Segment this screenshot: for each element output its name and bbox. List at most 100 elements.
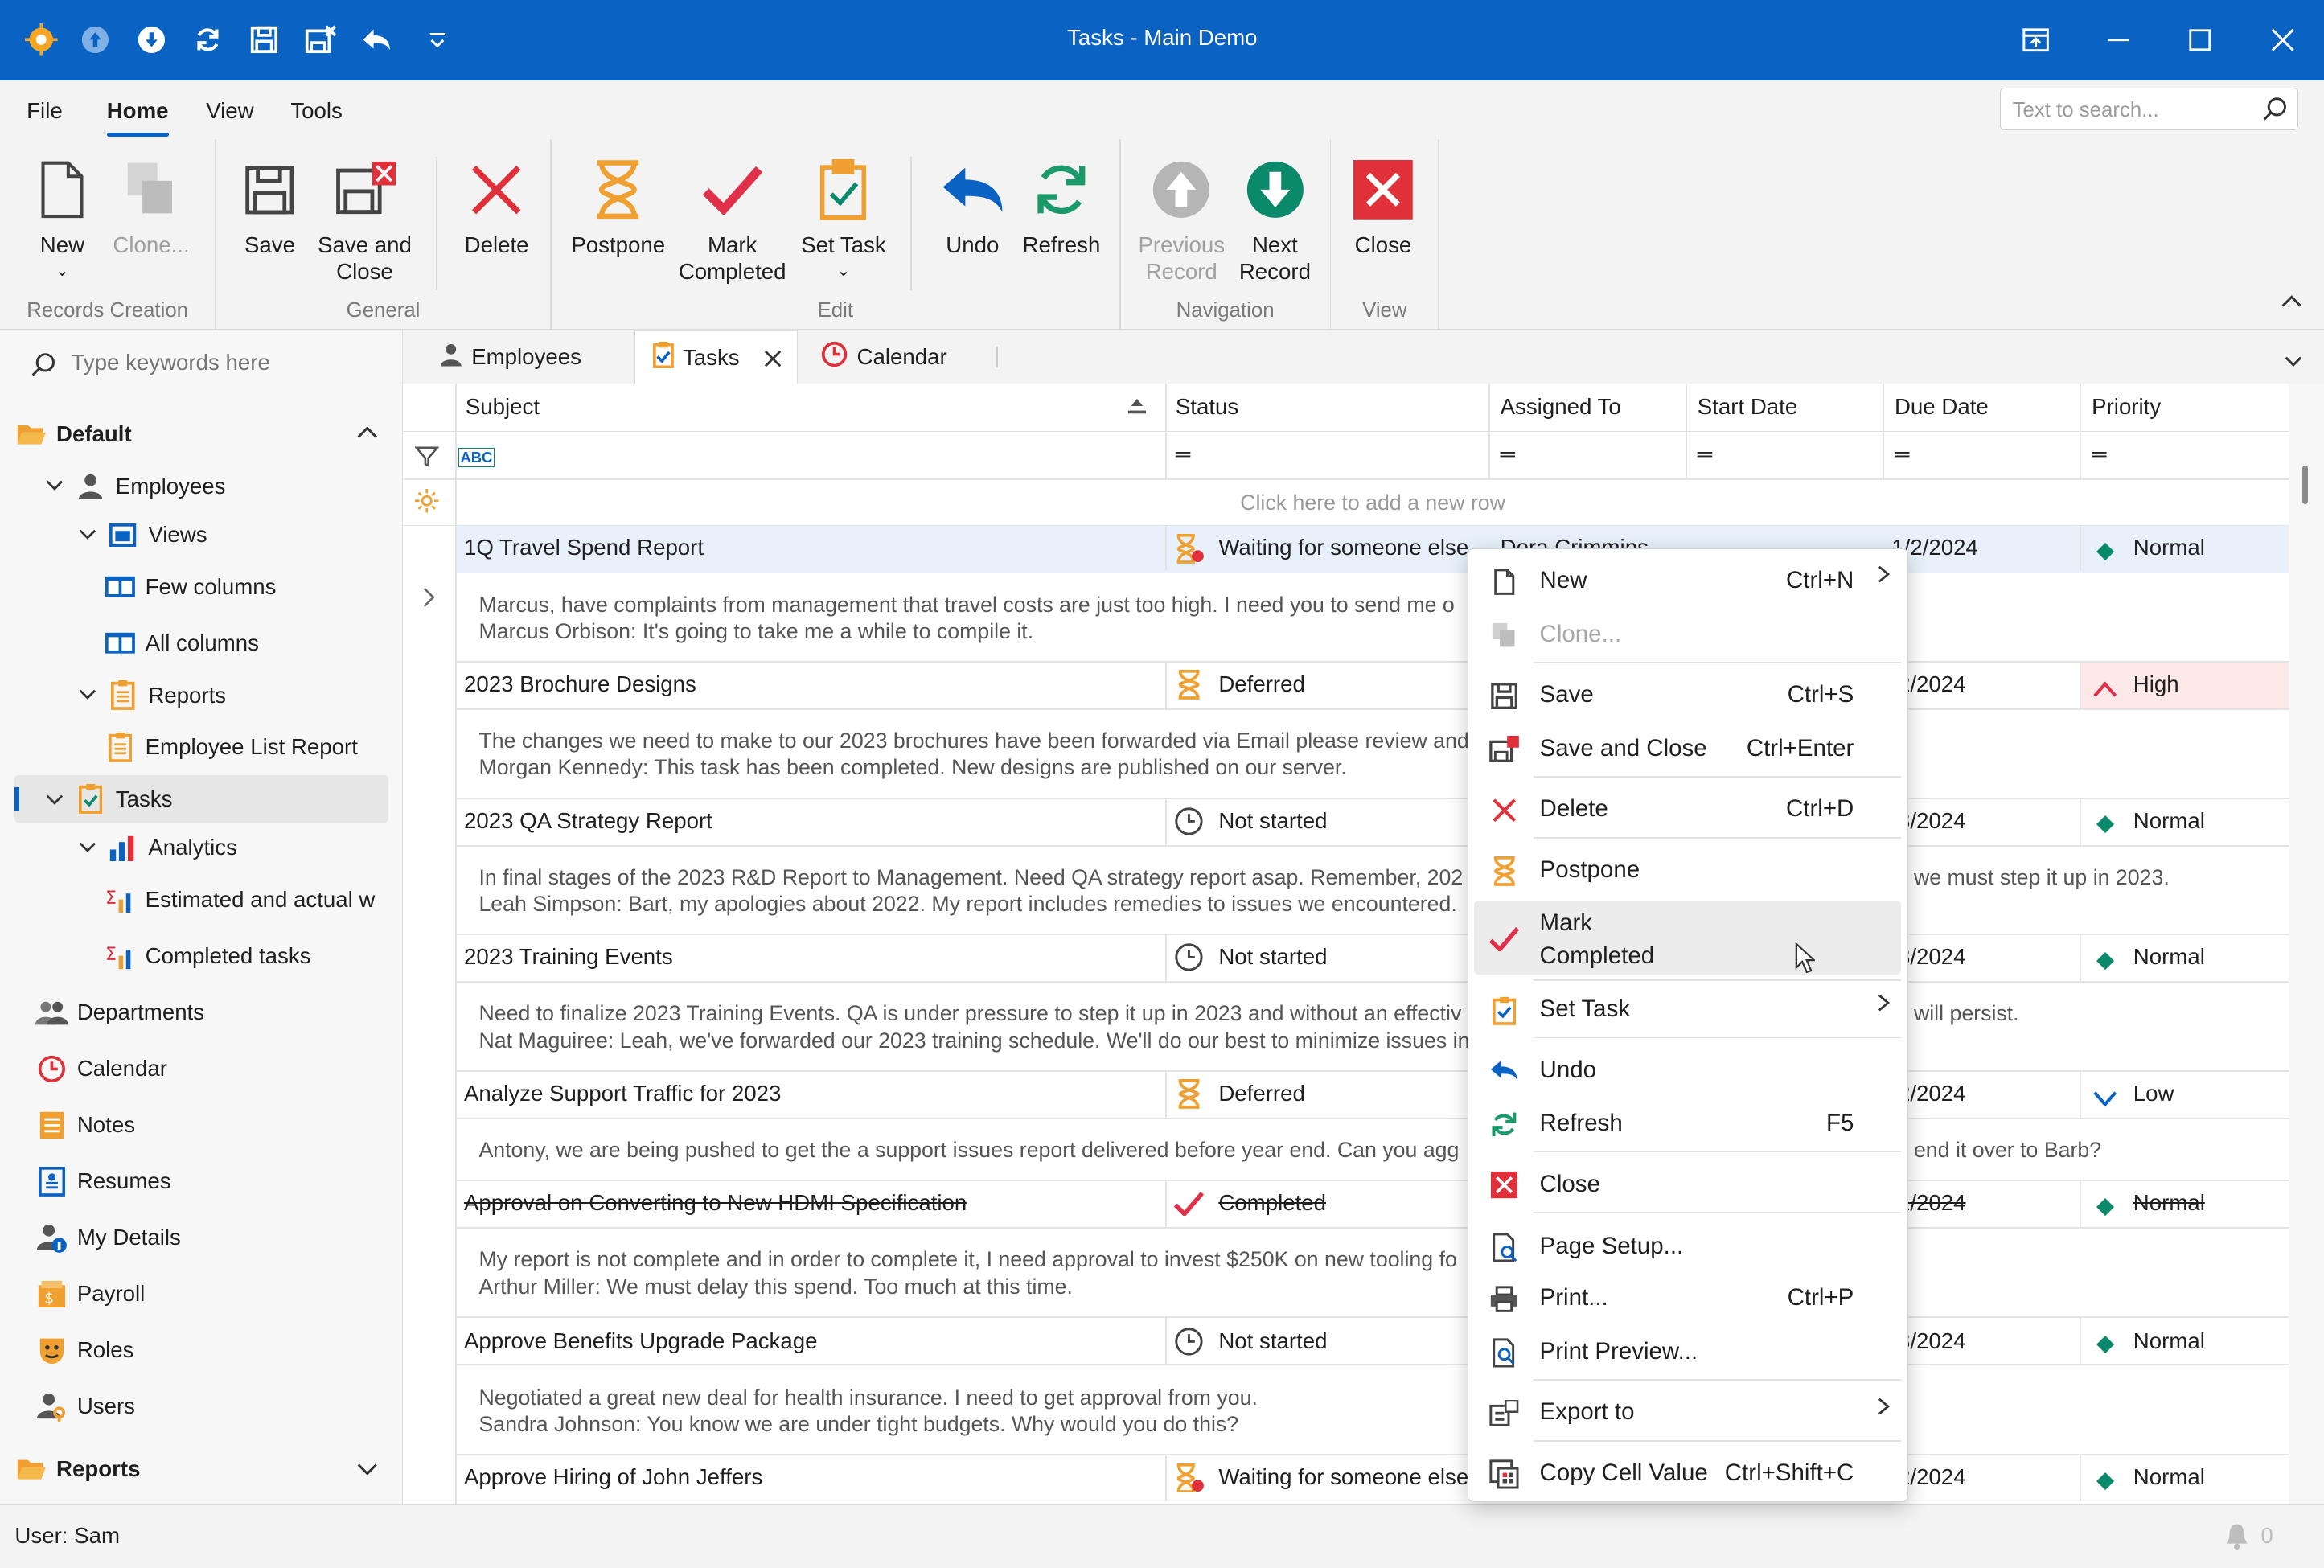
nav-item-payroll[interactable]: $ Payroll — [35, 1276, 145, 1311]
menu-item-save[interactable]: Save Ctrl+S — [1474, 669, 1901, 720]
cell-status[interactable]: Not started — [1218, 944, 1485, 970]
minimize-icon[interactable] — [2099, 21, 2137, 60]
new-button[interactable]: New ⌄ — [27, 148, 97, 285]
column-header-due[interactable]: Due Date — [1895, 394, 1989, 420]
column-header-assigned[interactable]: Assigned To — [1501, 394, 1621, 420]
maximize-icon[interactable] — [2181, 21, 2219, 60]
menu-view[interactable]: View — [206, 98, 253, 124]
nav-item-views[interactable]: Views — [107, 517, 207, 552]
next-record-button[interactable]: Next Record — [1236, 148, 1313, 285]
filter-icon[interactable] — [414, 446, 440, 474]
equals-icon[interactable]: ═ — [1501, 443, 1515, 466]
close-tab-icon[interactable] — [764, 347, 782, 373]
equals-icon[interactable]: ═ — [1698, 443, 1712, 466]
chevron-up-icon[interactable] — [355, 422, 379, 445]
cell-status[interactable]: Waiting for someone else — [1218, 1464, 1485, 1490]
menu-item-print-preview[interactable]: Print Preview... — [1474, 1326, 1901, 1377]
cell-status[interactable]: Completed — [1218, 1190, 1485, 1216]
tab-tasks[interactable]: Tasks — [634, 330, 798, 384]
menu-item-set-task[interactable]: Set Task — [1474, 983, 1901, 1034]
collapse-ribbon-icon[interactable] — [2280, 288, 2303, 315]
chevron-down-icon[interactable] — [77, 526, 98, 547]
cell-subject[interactable]: 1Q Travel Spend Report — [464, 535, 1160, 560]
chevron-down-icon[interactable] — [2283, 348, 2304, 376]
cell-status[interactable]: Not started — [1218, 808, 1485, 834]
menu-tools[interactable]: Tools — [290, 98, 343, 124]
cell-due[interactable]: /1/2024 — [1891, 1190, 2076, 1216]
nav-item-analytics[interactable]: Analytics — [107, 830, 237, 865]
cell-status[interactable]: Deferred — [1218, 1081, 1485, 1106]
menu-item-close[interactable]: Close — [1474, 1159, 1901, 1209]
clone-button[interactable]: Clone... — [109, 148, 192, 257]
save-and-close-button[interactable]: Save and Close — [314, 148, 415, 285]
cell-subject[interactable]: 2023 Training Events — [464, 944, 1160, 970]
cell-due[interactable]: /2/2024 — [1891, 1464, 2076, 1490]
menu-item-print[interactable]: Print... Ctrl+P — [1474, 1273, 1901, 1324]
chevron-down-icon[interactable] — [77, 839, 98, 860]
menu-item-undo[interactable]: Undo — [1474, 1045, 1901, 1095]
cell-due[interactable]: /3/2024 — [1891, 944, 2076, 970]
menu-item-export[interactable]: Export to — [1474, 1387, 1901, 1438]
cell-subject[interactable]: Approve Benefits Upgrade Package — [464, 1328, 1160, 1354]
sidebar-search-input[interactable] — [68, 348, 386, 377]
sort-ascending-icon[interactable] — [1127, 397, 1148, 425]
cell-due[interactable]: 1/2/2024 — [1891, 535, 2076, 560]
cell-priority[interactable]: Normal — [2133, 1190, 2281, 1216]
menu-item-refresh[interactable]: Refresh F5 — [1474, 1098, 1901, 1148]
column-header-status[interactable]: Status — [1176, 394, 1238, 420]
cell-subject[interactable]: 2023 QA Strategy Report — [464, 808, 1160, 834]
nav-item-all-columns[interactable]: All columns — [104, 626, 259, 661]
restore-layout-icon[interactable] — [2016, 21, 2055, 60]
nav-group-default[interactable]: Default — [14, 417, 132, 452]
nav-item-completed-tasks[interactable]: Σ Completed tasks — [104, 938, 311, 974]
nav-item-departments[interactable]: Departments — [35, 995, 204, 1030]
chevron-down-icon[interactable] — [44, 478, 65, 499]
cell-due[interactable]: /2/2024 — [1891, 671, 2076, 697]
equals-icon[interactable]: ═ — [1895, 443, 1909, 466]
equals-icon[interactable]: ═ — [2092, 443, 2106, 466]
nav-item-employees[interactable]: Employees — [74, 469, 226, 504]
cell-subject[interactable]: 2023 Brochure Designs — [464, 671, 1160, 697]
previous-record-button[interactable]: Previous Record — [1135, 148, 1227, 285]
nav-item-resumes[interactable]: Resumes — [35, 1164, 171, 1199]
search-icon[interactable] — [2261, 96, 2288, 129]
cell-subject[interactable]: Analyze Support Traffic for 2023 — [464, 1081, 1160, 1106]
nav-item-roles[interactable]: Roles — [35, 1332, 134, 1368]
cell-subject[interactable]: Approve Hiring of John Jeffers — [464, 1464, 1160, 1490]
nav-item-tasks[interactable]: Tasks — [74, 782, 172, 817]
cell-priority[interactable]: Normal — [2133, 1328, 2281, 1354]
chevron-down-icon[interactable] — [355, 1460, 379, 1483]
menu-home[interactable]: Home — [106, 98, 169, 138]
nav-item-notes[interactable]: Notes — [35, 1107, 135, 1143]
cell-status[interactable]: Deferred — [1218, 671, 1485, 697]
column-header-start[interactable]: Start Date — [1698, 394, 1797, 420]
text-filter-icon[interactable]: ABC — [458, 447, 495, 467]
menu-item-postpone[interactable]: Postpone — [1474, 844, 1901, 895]
tab-employees[interactable]: Employees — [439, 330, 632, 384]
chevron-down-icon[interactable] — [77, 687, 98, 708]
cell-due[interactable]: /3/2024 — [1891, 1328, 2076, 1354]
menu-item-delete[interactable]: Delete Ctrl+D — [1474, 783, 1901, 834]
chevron-down-icon[interactable] — [44, 791, 65, 812]
bell-icon[interactable] — [2223, 1521, 2250, 1558]
cell-subject[interactable]: Approval on Converting to New HDMI Speci… — [464, 1190, 1160, 1216]
undo-button[interactable]: Undo — [937, 148, 1008, 257]
nav-item-my-details[interactable]: My Details — [35, 1220, 181, 1255]
global-search-input[interactable] — [2009, 96, 2260, 124]
refresh-button[interactable]: Refresh — [1020, 148, 1102, 257]
nav-item-calendar[interactable]: Calendar — [35, 1051, 167, 1086]
column-header-priority[interactable]: Priority — [2092, 394, 2161, 420]
postpone-button[interactable]: Postpone — [569, 148, 667, 257]
equals-icon[interactable]: ═ — [1176, 443, 1190, 466]
nav-item-estimated-actual[interactable]: Σ Estimated and actual w — [104, 882, 375, 917]
cell-status[interactable]: Not started — [1218, 1328, 1485, 1354]
nav-group-reports[interactable]: Reports — [14, 1451, 140, 1487]
menu-item-copy-cell-value[interactable]: Copy Cell Value Ctrl+Shift+C — [1474, 1447, 1901, 1498]
delete-button[interactable]: Delete — [459, 148, 533, 257]
menu-item-save-and-close[interactable]: Save and Close Ctrl+Enter — [1474, 723, 1901, 774]
nav-item-users[interactable]: Users — [35, 1389, 135, 1424]
close-window-icon[interactable] — [2264, 21, 2302, 60]
cell-priority[interactable]: Normal — [2133, 808, 2281, 834]
vertical-scrollbar[interactable] — [2289, 384, 2324, 1505]
cell-priority[interactable]: Normal — [2133, 535, 2281, 560]
